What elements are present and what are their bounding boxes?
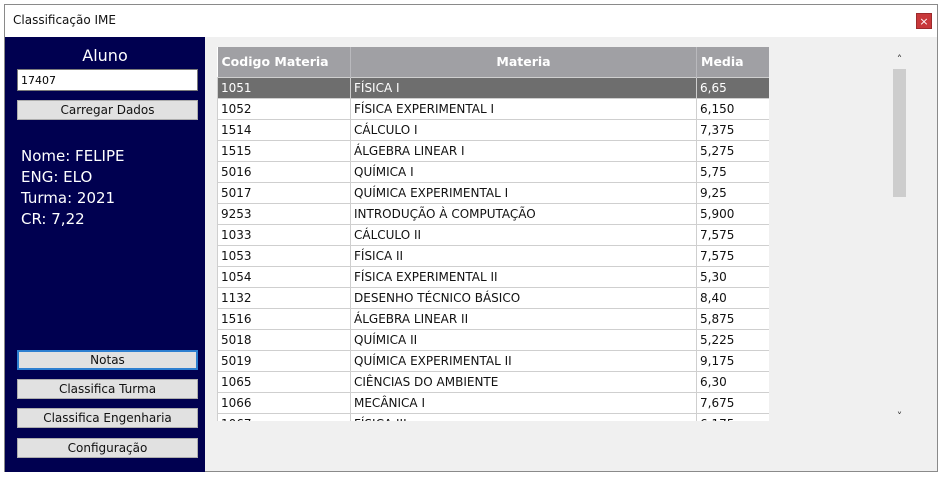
media-cell[interactable]: 6,65: [696, 76, 769, 99]
media-cell[interactable]: 7,375: [696, 118, 769, 141]
classifica-turma-button[interactable]: Classifica Turma: [17, 379, 198, 399]
media-cell[interactable]: 5,75: [696, 160, 769, 183]
table-row[interactable]: 1051 FÍSICA I 6,65: [217, 76, 769, 99]
codigo-cell[interactable]: 1052: [217, 97, 351, 120]
media-cell[interactable]: 7,575: [696, 223, 769, 246]
codigo-cell[interactable]: 5018: [217, 328, 351, 351]
table-row[interactable]: 5016 QUÍMICA I 5,75: [217, 160, 769, 183]
aluno-input[interactable]: [17, 69, 198, 91]
codigo-cell[interactable]: 1033: [217, 223, 351, 246]
grades-grid[interactable]: Codigo Materia Materia Media 1051 FÍSICA …: [217, 47, 769, 421]
close-icon: ×: [919, 15, 929, 28]
materia-cell[interactable]: ÁLGEBRA LINEAR II: [350, 307, 697, 330]
media-cell[interactable]: 5,875: [696, 307, 769, 330]
codigo-cell[interactable]: 1065: [217, 370, 351, 393]
table-row[interactable]: 1067FÍSICA III6,175: [217, 412, 769, 421]
media-cell[interactable]: 6,30: [696, 370, 769, 393]
codigo-cell[interactable]: 1516: [217, 307, 351, 330]
codigo-cell[interactable]: 1051: [217, 76, 351, 99]
classifica-engenharia-button[interactable]: Classifica Engenharia: [17, 408, 198, 428]
column-header-materia[interactable]: Materia: [350, 47, 697, 77]
title-bar[interactable]: Classificação IME ×: [5, 5, 937, 37]
codigo-cell[interactable]: 1066: [217, 391, 351, 414]
media-cell[interactable]: 9,175: [696, 349, 769, 372]
materia-cell[interactable]: QUÍMICA EXPERIMENTAL II: [350, 349, 697, 372]
materia-cell[interactable]: FÍSICA I: [350, 76, 697, 99]
grid-header-row: Codigo Materia Materia Media: [217, 47, 769, 77]
codigo-cell[interactable]: 1054: [217, 265, 351, 288]
grades-table: Codigo Materia Materia Media 1051 FÍSICA …: [217, 47, 769, 421]
media-cell[interactable]: 5,275: [696, 139, 769, 162]
column-header-media[interactable]: Media: [696, 47, 769, 77]
codigo-cell[interactable]: 1132: [217, 286, 351, 309]
close-button[interactable]: ×: [916, 13, 932, 29]
materia-cell[interactable]: FÍSICA II: [350, 244, 697, 267]
vertical-scrollbar[interactable]: ˄ ˅: [891, 51, 908, 425]
student-eng: ENG: ELO: [21, 168, 93, 186]
table-row[interactable]: 1052 FÍSICA EXPERIMENTAL I 6,150: [217, 97, 769, 120]
materia-cell[interactable]: ÁLGEBRA LINEAR I: [350, 139, 697, 162]
window-title: Classificação IME: [13, 13, 116, 27]
aluno-label: Aluno: [82, 46, 128, 65]
media-cell[interactable]: 6,175: [696, 412, 769, 421]
table-row[interactable]: 5018 QUÍMICA II 5,225: [217, 328, 769, 351]
media-cell[interactable]: 7,575: [696, 244, 769, 267]
codigo-cell[interactable]: 9253: [217, 202, 351, 225]
media-cell[interactable]: 5,225: [696, 328, 769, 351]
materia-cell[interactable]: FÍSICA EXPERIMENTAL I: [350, 97, 697, 120]
notas-button[interactable]: Notas: [17, 350, 198, 370]
media-cell[interactable]: 8,40: [696, 286, 769, 309]
codigo-cell[interactable]: 1515: [217, 139, 351, 162]
sidebar: Aluno Carregar Dados Nome: FELIPE ENG: E…: [5, 37, 205, 472]
materia-cell[interactable]: FÍSICA III: [350, 412, 697, 421]
table-row[interactable]: 1065 CIÊNCIAS DO AMBIENTE 6,30: [217, 370, 769, 393]
grid-body: 1051 FÍSICA I 6,65 1052 FÍSICA EXPERIMENTAL …: [217, 76, 769, 421]
media-cell[interactable]: 5,30: [696, 265, 769, 288]
table-row[interactable]: 1516 ÁLGEBRA LINEAR II 5,875: [217, 307, 769, 330]
codigo-cell[interactable]: 5017: [217, 181, 351, 204]
materia-cell[interactable]: MECÂNICA I: [350, 391, 697, 414]
media-cell[interactable]: 5,900: [696, 202, 769, 225]
carregar-dados-button[interactable]: Carregar Dados: [17, 100, 198, 120]
table-row[interactable]: 9253 INTRODUÇÃO À COMPUTAÇÃO 5,900: [217, 202, 769, 225]
media-cell[interactable]: 7,675: [696, 391, 769, 414]
table-row[interactable]: 5019 QUÍMICA EXPERIMENTAL II 9,175: [217, 349, 769, 372]
codigo-cell[interactable]: 5019: [217, 349, 351, 372]
codigo-cell[interactable]: 1067: [217, 412, 351, 421]
materia-cell[interactable]: INTRODUÇÃO À COMPUTAÇÃO: [350, 202, 697, 225]
scroll-thumb[interactable]: [893, 69, 906, 197]
column-header-codigo[interactable]: Codigo Materia: [217, 47, 351, 77]
scroll-down-icon[interactable]: ˅: [891, 408, 908, 425]
codigo-cell[interactable]: 1053: [217, 244, 351, 267]
materia-cell[interactable]: CIÊNCIAS DO AMBIENTE: [350, 370, 697, 393]
table-row[interactable]: 1054 FÍSICA EXPERIMENTAL II 5,30: [217, 265, 769, 288]
student-cr: CR: 7,22: [21, 210, 85, 228]
scroll-up-icon[interactable]: ˄: [891, 51, 908, 68]
table-row[interactable]: 1033 CÁLCULO II 7,575: [217, 223, 769, 246]
materia-cell[interactable]: FÍSICA EXPERIMENTAL II: [350, 265, 697, 288]
codigo-cell[interactable]: 1514: [217, 118, 351, 141]
materia-cell[interactable]: CÁLCULO II: [350, 223, 697, 246]
table-row[interactable]: 1515 ÁLGEBRA LINEAR I 5,275: [217, 139, 769, 162]
media-cell[interactable]: 9,25: [696, 181, 769, 204]
table-row[interactable]: 1053 FÍSICA II 7,575: [217, 244, 769, 267]
materia-cell[interactable]: CÁLCULO I: [350, 118, 697, 141]
student-turma: Turma: 2021: [21, 189, 116, 207]
codigo-cell[interactable]: 5016: [217, 160, 351, 183]
materia-cell[interactable]: QUÍMICA EXPERIMENTAL I: [350, 181, 697, 204]
table-row[interactable]: 1066 MECÂNICA I 7,675: [217, 391, 769, 414]
configuracao-button[interactable]: Configuração: [17, 438, 198, 458]
media-cell[interactable]: 6,150: [696, 97, 769, 120]
app-window: Classificação IME × Aluno Carregar Dados…: [4, 4, 938, 472]
table-row[interactable]: 5017 QUÍMICA EXPERIMENTAL I 9,25: [217, 181, 769, 204]
student-name: Nome: FELIPE: [21, 147, 125, 165]
materia-cell[interactable]: DESENHO TÉCNICO BÁSICO: [350, 286, 697, 309]
table-row[interactable]: 1132 DESENHO TÉCNICO BÁSICO 8,40: [217, 286, 769, 309]
materia-cell[interactable]: QUÍMICA II: [350, 328, 697, 351]
materia-cell[interactable]: QUÍMICA I: [350, 160, 697, 183]
table-row[interactable]: 1514 CÁLCULO I 7,375: [217, 118, 769, 141]
